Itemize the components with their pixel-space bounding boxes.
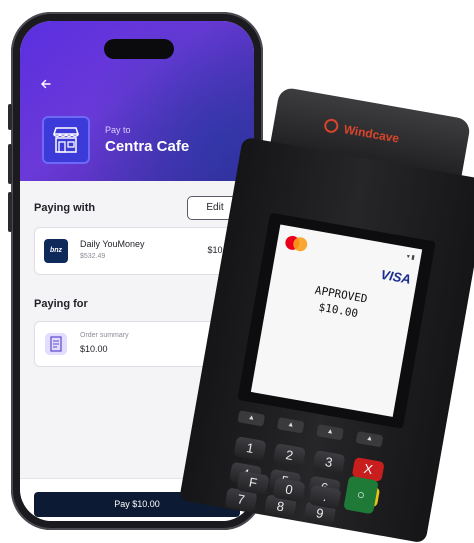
pay-to-label: Pay to (105, 125, 131, 135)
status-bar-icons: ▾ ▮ (406, 253, 416, 262)
terminal-brand: Windcave (342, 122, 401, 146)
paying-with-title: Paying with (34, 202, 96, 214)
key-4[interactable]: 4 (228, 461, 263, 487)
phone-volume-up (8, 144, 12, 184)
order-summary-label: Order summary (80, 332, 129, 339)
bank-logo: bnz (44, 239, 68, 263)
key-6[interactable]: 6 (307, 475, 341, 501)
clear-key[interactable]: < (347, 482, 381, 508)
payment-account-card[interactable]: bnz Daily YouMoney $532.49 $10.00 (34, 227, 244, 275)
key-2[interactable]: 2 (272, 443, 306, 469)
card-brand: VISA (379, 266, 413, 287)
terminal-screen: ▾ ▮ VISA APPROVED $10.00 (250, 224, 423, 417)
key-9[interactable]: 9 (303, 501, 337, 527)
receipt-icon (45, 333, 67, 355)
order-summary-amount: $10.00 (80, 344, 108, 354)
softkey-3[interactable]: ▲ (316, 424, 344, 441)
storefront-icon (42, 116, 90, 164)
key-8[interactable]: 8 (263, 494, 297, 520)
merchant-name: Centra Cafe (105, 138, 190, 155)
account-name: Daily YouMoney (80, 239, 145, 249)
paying-for-title: Paying for (34, 298, 88, 310)
key-7[interactable]: 7 (224, 487, 258, 513)
account-balance: $532.49 (80, 253, 106, 260)
key-5[interactable]: 5 (268, 468, 302, 494)
phone-mute-switch (8, 104, 12, 130)
softkey-4[interactable]: ▲ (355, 431, 384, 448)
windcave-logo-icon (323, 117, 340, 134)
arrow-left-icon[interactable] (40, 77, 52, 94)
softkey-2[interactable]: ▲ (276, 417, 305, 434)
mastercard-icon (282, 233, 310, 253)
key-1[interactable]: 1 (233, 436, 267, 462)
phone-volume-down (8, 192, 12, 232)
dynamic-island (104, 39, 174, 59)
cancel-key[interactable]: X (351, 457, 385, 482)
key-3[interactable]: 3 (312, 450, 346, 475)
softkey-1[interactable]: ▲ (237, 410, 266, 427)
